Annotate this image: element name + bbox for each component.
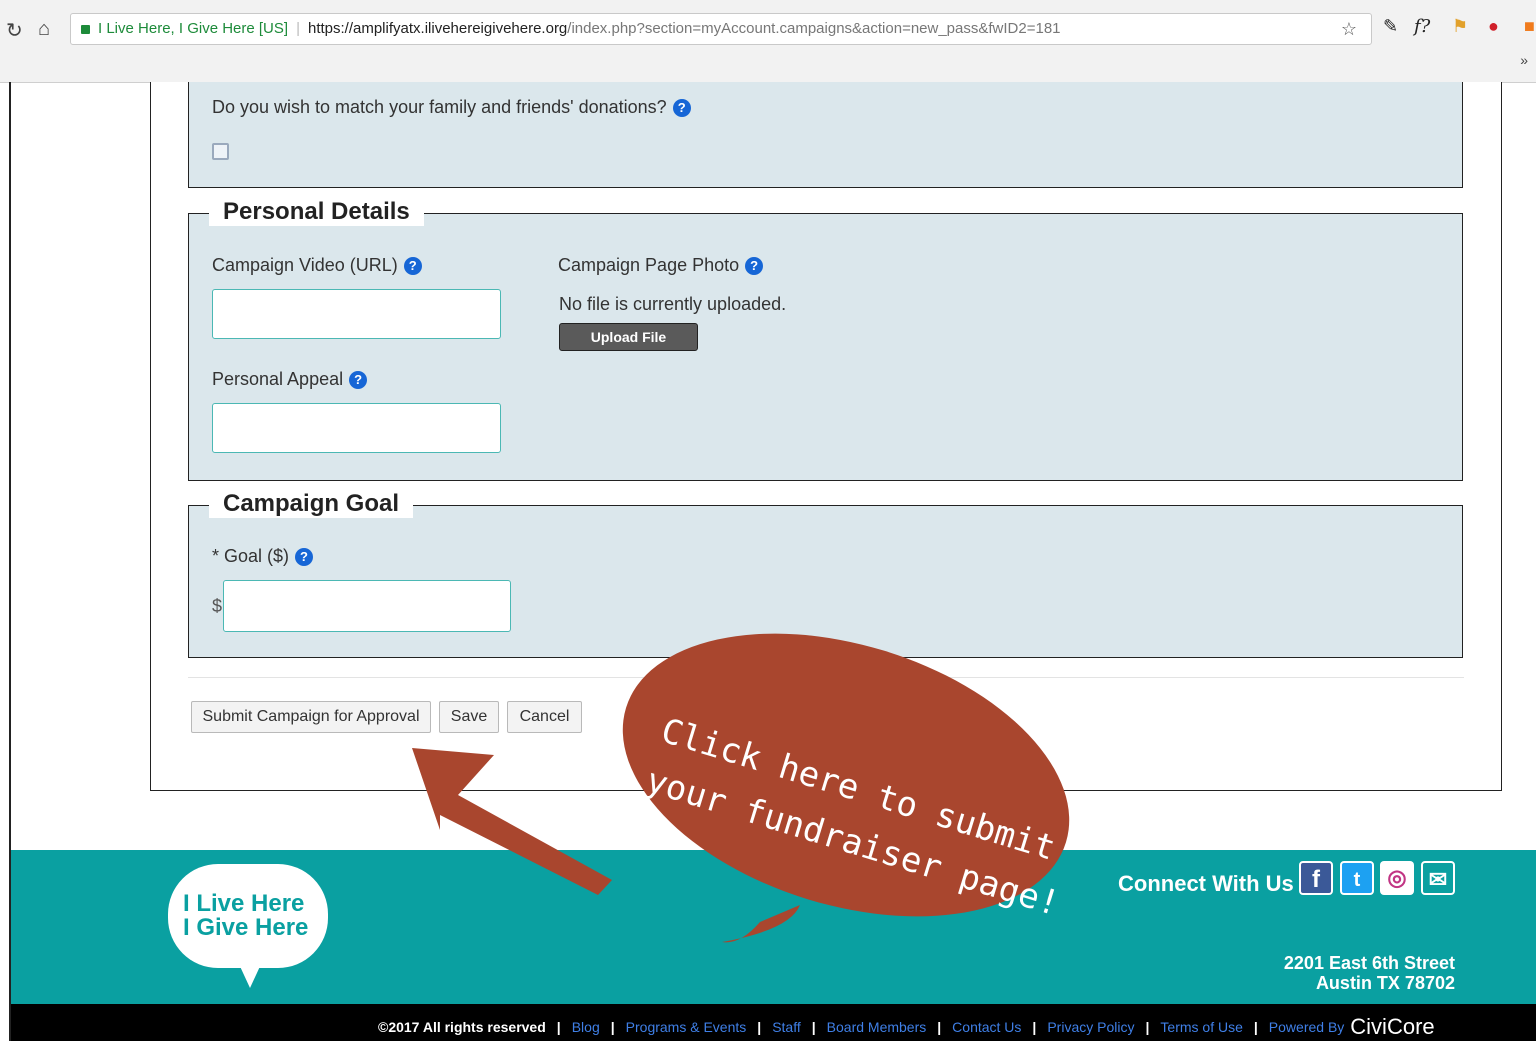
callout-tail bbox=[722, 905, 800, 943]
annotation-callout bbox=[412, 633, 1070, 943]
annotation-arrow bbox=[412, 748, 612, 895]
